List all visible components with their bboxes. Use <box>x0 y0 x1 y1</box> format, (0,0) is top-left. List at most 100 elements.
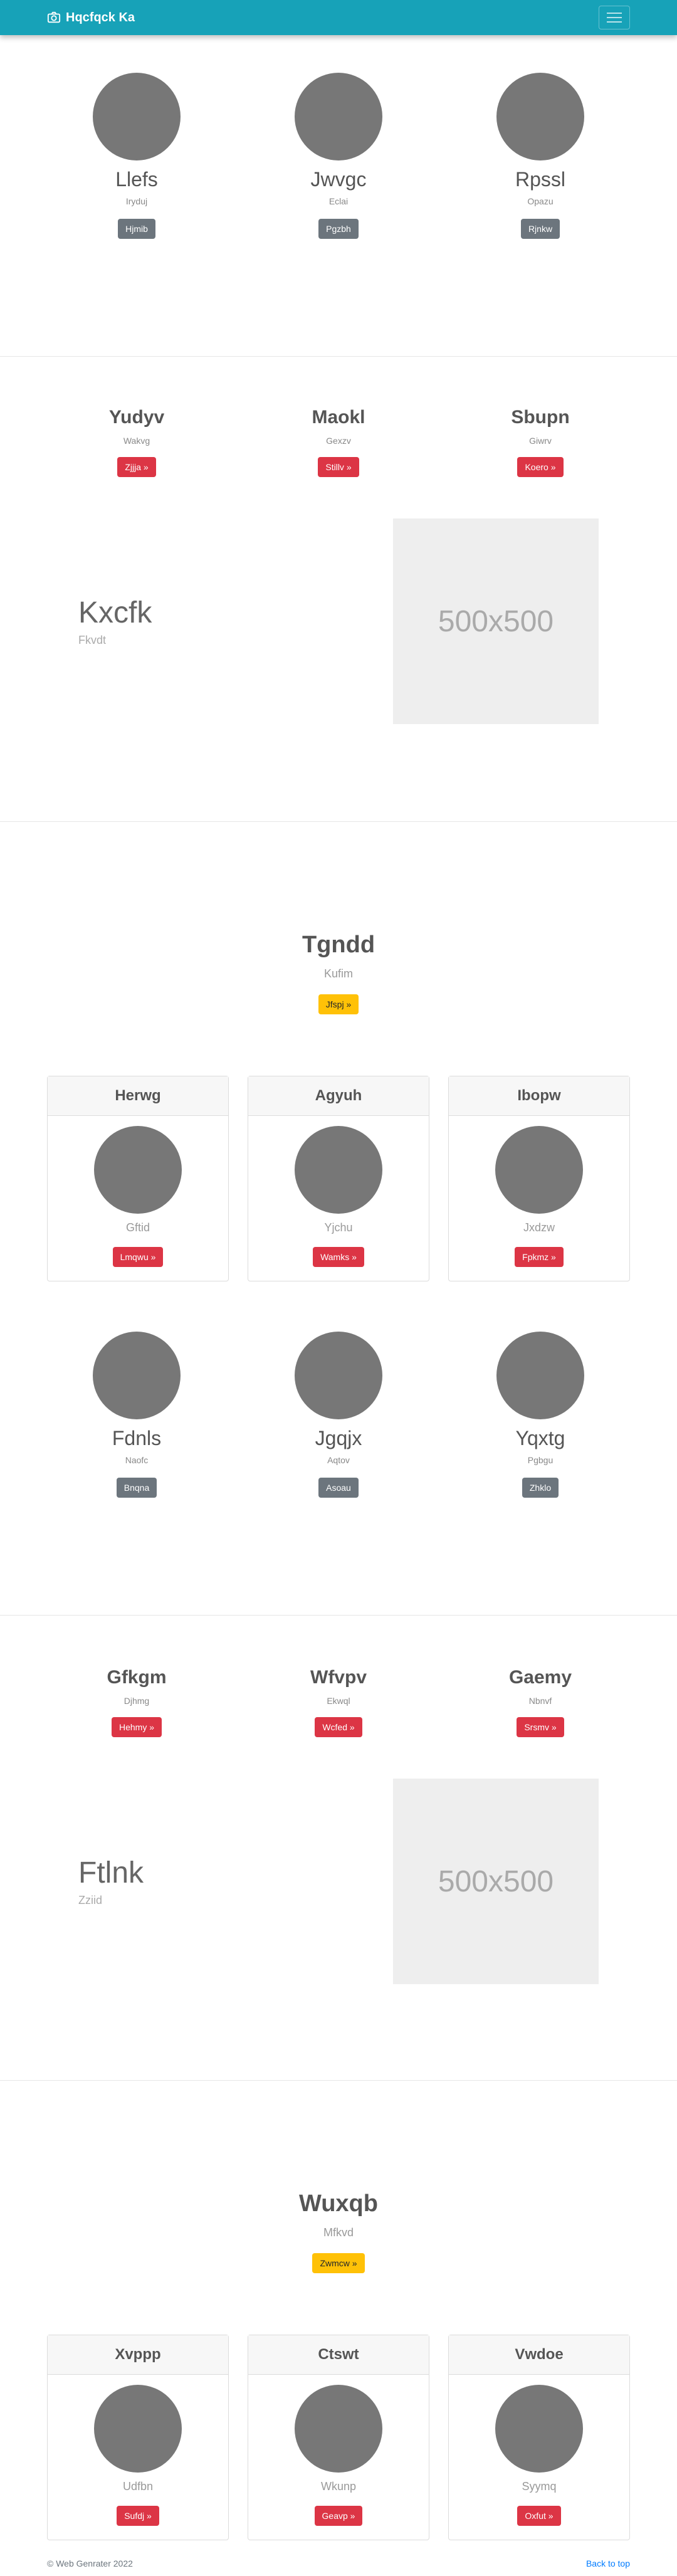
profile-item: Yqxtg Pgbgu Zhklo <box>451 1332 630 1498</box>
image-placeholder: 500x500 <box>393 518 599 724</box>
column-title: Maokl <box>312 407 365 428</box>
feature-subtitle: Fkvdt <box>78 634 107 646</box>
profile-subtitle: Iryduj <box>125 196 148 206</box>
hero-button[interactable]: Zwmcw » <box>312 2253 365 2273</box>
avatar <box>295 2385 382 2473</box>
camera-icon <box>47 11 61 23</box>
hero-subtitle: Kufim <box>323 967 353 980</box>
column-subtitle: Nbnvf <box>528 1696 552 1706</box>
avatar <box>495 2385 583 2473</box>
column-item: Gfkgm Djhmg Hehmy » <box>47 1667 226 1737</box>
column-subtitle: Giwrv <box>529 436 552 446</box>
profile-name: Llefs <box>115 168 158 191</box>
avatar <box>93 1332 181 1419</box>
feature-block: Ftlnk Zziid 500x500 <box>47 1779 630 1984</box>
card: Xvppp Udfbn Sufdj » <box>47 2335 229 2540</box>
profile-subtitle: Pgbgu <box>527 1455 554 1465</box>
card-subtitle: Yjchu <box>324 1221 353 1234</box>
profile-button[interactable]: Rjnkw <box>520 219 560 239</box>
card: Ctswt Wkunp Geavp » <box>248 2335 429 2540</box>
column-item: Yudyv Wakvg Zjjja » <box>47 407 226 477</box>
image-placeholder: 500x500 <box>393 1779 599 1984</box>
column-item: Wfvpv Ekwql Wcfed » <box>249 1667 428 1737</box>
column-button[interactable]: Hehmy » <box>111 1717 162 1737</box>
card-subtitle: Syymq <box>522 2480 557 2493</box>
card-button[interactable]: Geavp » <box>314 2506 363 2526</box>
profile-name: Rpssl <box>515 168 565 191</box>
menu-toggle-button[interactable] <box>599 6 630 29</box>
profile-item: Jgqjx Aqtov Asoau <box>249 1332 428 1498</box>
card-button[interactable]: Oxfut » <box>517 2506 561 2526</box>
column-button[interactable]: Srsmv » <box>517 1717 564 1737</box>
profile-button[interactable]: Pgzbh <box>318 219 359 239</box>
avatar <box>295 73 382 160</box>
columns-section: Gfkgm Djhmg Hehmy » Wfvpv Ekwql Wcfed » … <box>0 1616 677 2080</box>
column-button[interactable]: Stillv » <box>318 457 359 477</box>
profile-name: Jwvgc <box>310 168 367 191</box>
column-button[interactable]: Zjjja » <box>117 457 156 477</box>
profile-button[interactable]: Zhklo <box>522 1478 559 1498</box>
hero-button[interactable]: Jfspj » <box>318 994 359 1014</box>
profile-subtitle: Aqtov <box>327 1455 350 1465</box>
profiles-section: Llefs Iryduj Hjmib Jwvgc Eclai Pgzbh Rps… <box>0 35 677 356</box>
column-button[interactable]: Wcfed » <box>315 1717 362 1737</box>
avatar <box>495 1126 583 1214</box>
copyright-text: © Web Genrater 2022 <box>47 2558 133 2568</box>
card: Herwg Gftid Lmqwu » <box>47 1076 229 1281</box>
navbar: Hqcfqck Ka <box>0 0 677 35</box>
card-header: Vwdoe <box>449 2335 629 2375</box>
feature-title: Ftlnk <box>78 1856 144 1890</box>
profile-button[interactable]: Bnqna <box>116 1478 157 1498</box>
hero-title: Wuxqb <box>299 2190 378 2217</box>
column-title: Sbupn <box>511 407 570 428</box>
avatar <box>496 73 584 160</box>
card-subtitle: Udfbn <box>122 2480 154 2493</box>
column-subtitle: Ekwql <box>327 1696 350 1706</box>
column-item: Sbupn Giwrv Koero » <box>451 407 630 477</box>
footer: © Web Genrater 2022 Back to top <box>0 2551 677 2576</box>
profile-subtitle: Opazu <box>527 196 554 206</box>
profile-item: Rpssl Opazu Rjnkw <box>451 73 630 239</box>
card-button[interactable]: Wamks » <box>313 1247 364 1267</box>
hero-block: Wuxqb Mfkvd Zwmcw » <box>47 2190 630 2273</box>
columns-section: Yudyv Wakvg Zjjja » Maokl Gexzv Stillv »… <box>0 357 677 821</box>
card-header: Ctswt <box>248 2335 429 2375</box>
avatar <box>93 73 181 160</box>
avatar <box>94 1126 182 1214</box>
column-subtitle: Djhmg <box>123 1696 150 1706</box>
card-subtitle: Wkunp <box>320 2480 357 2493</box>
profile-subtitle: Eclai <box>328 196 349 206</box>
column-title: Gaemy <box>508 1667 572 1688</box>
card-button[interactable]: Fpkmz » <box>515 1247 564 1267</box>
column-item: Maokl Gexzv Stillv » <box>249 407 428 477</box>
column-subtitle: Gexzv <box>326 436 351 446</box>
back-to-top-link[interactable]: Back to top <box>586 2558 630 2568</box>
profile-name: Fdnls <box>112 1427 162 1449</box>
card-button[interactable]: Lmqwu » <box>112 1247 164 1267</box>
column-subtitle: Wakvg <box>123 436 150 446</box>
profile-name: Jgqjx <box>315 1427 362 1449</box>
feature-block: Kxcfk Fkvdt 500x500 <box>47 518 630 724</box>
column-button[interactable]: Koero » <box>517 457 564 477</box>
brand-link[interactable]: Hqcfqck Ka <box>47 11 135 25</box>
profile-button[interactable]: Hjmib <box>118 219 155 239</box>
profile-subtitle: Naofc <box>125 1455 149 1465</box>
card-header: Xvppp <box>48 2335 228 2375</box>
card-button[interactable]: Sufdj » <box>117 2506 159 2526</box>
profile-item: Fdnls Naofc Bnqna <box>47 1332 226 1498</box>
profile-name: Yqxtg <box>515 1427 565 1449</box>
avatar <box>496 1332 584 1419</box>
profile-item: Jwvgc Eclai Pgzbh <box>249 73 428 239</box>
avatar <box>295 1332 382 1419</box>
profile-item: Llefs Iryduj Hjmib <box>47 73 226 239</box>
profile-button[interactable]: Asoau <box>318 1478 359 1498</box>
avatar <box>295 1126 382 1214</box>
card: Vwdoe Syymq Oxfut » <box>448 2335 630 2540</box>
feature-title: Kxcfk <box>78 596 152 629</box>
card-header: Herwg <box>48 1076 228 1116</box>
hamburger-icon <box>607 13 622 23</box>
hero-block: Tgndd Kufim Jfspj » <box>47 932 630 1014</box>
hero-title: Tgndd <box>302 932 375 958</box>
column-title: Wfvpv <box>310 1667 367 1688</box>
column-title: Yudyv <box>108 407 165 428</box>
